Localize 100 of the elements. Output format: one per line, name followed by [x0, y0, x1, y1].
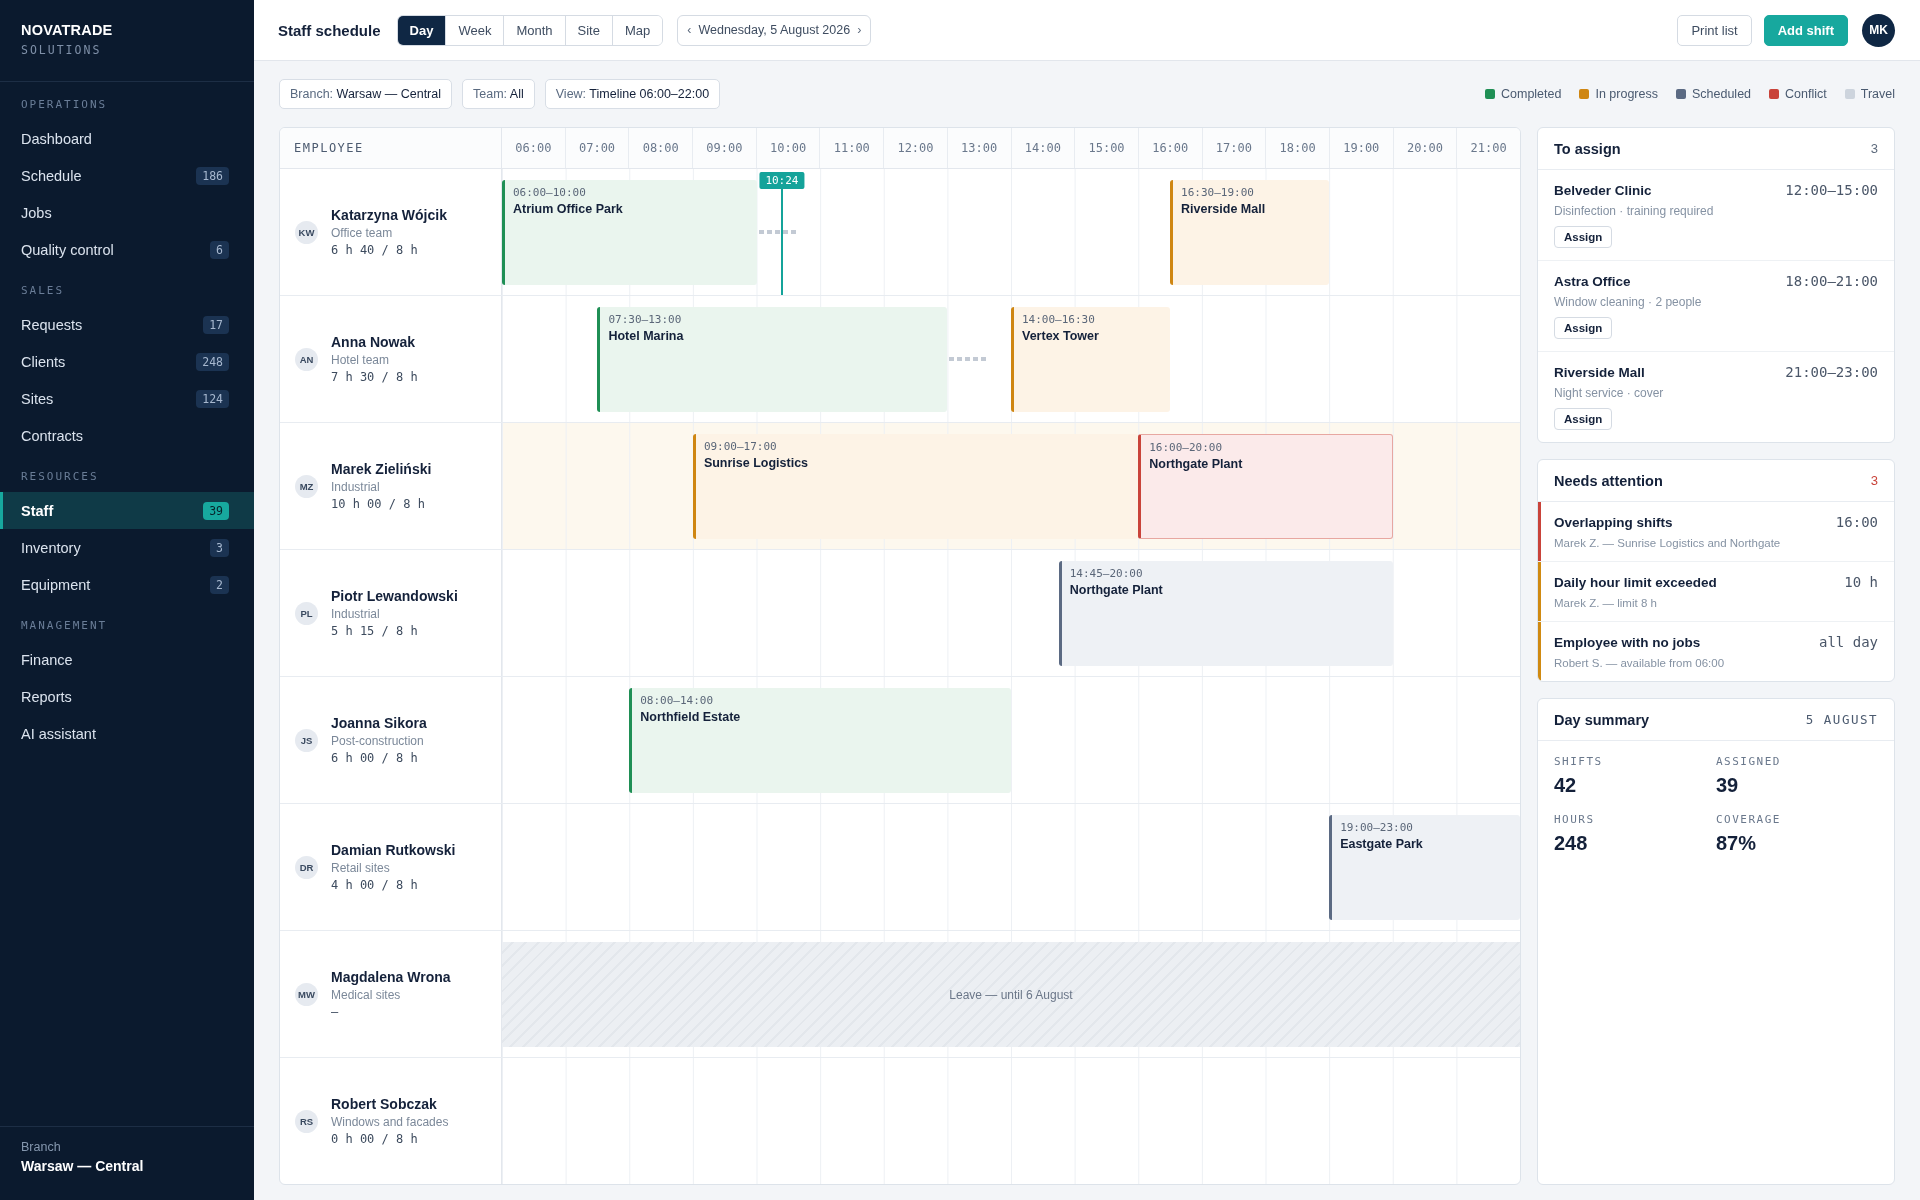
nav-item[interactable]: Reports [0, 678, 254, 715]
nav-section-title: OPERATIONS [21, 98, 108, 112]
shift-block[interactable]: 19:00–23:00 Eastgate Park [1329, 815, 1520, 920]
count-badge: 3 [210, 538, 229, 557]
employee-name[interactable]: Anna Nowak [331, 334, 415, 350]
nav-item[interactable]: Dashboard [0, 120, 254, 157]
shift-block[interactable]: 16:30–19:00 Riverside Mall [1170, 180, 1330, 285]
count-badge: 248 [196, 352, 229, 371]
alert-value: 16:00 [1835, 514, 1878, 530]
count-badge: 186 [196, 166, 229, 185]
shift-block[interactable]: 08:00–14:00 Northfield Estate [629, 688, 1011, 793]
shift-time: 16:00–20:00 [1149, 441, 1223, 454]
hour-label: 07:00 [564, 128, 629, 168]
stat-value: 87% [1716, 832, 1757, 855]
shift-site: Northfield Estate [640, 710, 741, 724]
employee-name[interactable]: Joanna Sikora [331, 715, 427, 731]
employee-team: Windows and facades [331, 1115, 449, 1129]
employee-name[interactable]: Piotr Lewandowski [331, 588, 458, 604]
stat-value: 248 [1554, 832, 1588, 855]
hour-label: 08:00 [628, 128, 693, 168]
stat-label: HOURS [1554, 813, 1595, 826]
employee-name[interactable]: Damian Rutkowski [331, 842, 456, 858]
employee-name[interactable]: Marek Zieliński [331, 461, 432, 477]
column-header: EMPLOYEE [294, 141, 364, 155]
employee-hours: 5 h 15 / 8 h [331, 624, 418, 638]
employee-avatar: PL [295, 601, 318, 625]
hour-label: 18:00 [1265, 128, 1329, 168]
employee-avatar: DR [295, 855, 318, 879]
employee-avatar: MZ [295, 474, 318, 498]
summary-date: 5 AUGUST [1805, 712, 1878, 727]
employee-name[interactable]: Magdalena Wrona [331, 969, 451, 985]
filter-chip[interactable]: Team: All [462, 79, 535, 109]
shift-block[interactable]: 09:00–17:00 Sunrise Logistics [692, 434, 1139, 539]
legend-label: Travel [1860, 87, 1895, 101]
alert-title: Daily hour limit exceeded [1554, 575, 1717, 590]
hour-label: 20:00 [1392, 128, 1457, 168]
nav-item[interactable]: Sites 124 [0, 380, 254, 417]
view-tab[interactable]: Map [611, 15, 663, 45]
shift-site: Vertex Tower [1022, 329, 1099, 343]
employee-hours: 6 h 40 / 8 h [331, 243, 418, 257]
filter-chip[interactable]: View: Timeline 06:00–22:00 [544, 79, 721, 109]
employee-team: Office team [331, 226, 393, 240]
user-avatar[interactable]: MK [1862, 13, 1895, 47]
nav-item[interactable]: Contracts [0, 417, 254, 454]
legend-label: Conflict [1785, 87, 1827, 101]
nav-item[interactable]: Requests 17 [0, 306, 254, 343]
nav-section-title: RESOURCES [21, 470, 99, 484]
next-day-button[interactable]: › [853, 23, 866, 37]
shift-site: Northgate Plant [1069, 583, 1163, 597]
assign-button[interactable]: Assign [1554, 317, 1613, 339]
employee-hours: 10 h 00 / 8 h [331, 497, 425, 511]
employee-name[interactable]: Katarzyna Wójcik [331, 207, 447, 223]
nav-item[interactable]: Equipment 2 [0, 566, 254, 603]
shift-site: Atrium Office Park [513, 202, 623, 216]
job-site: Riverside Mall [1554, 365, 1645, 380]
job-time: 18:00–21:00 [1785, 273, 1878, 289]
nav-item[interactable]: Staff 39 [0, 492, 254, 529]
shift-block[interactable]: 16:00–20:00 Northgate Plant [1138, 434, 1393, 539]
nav-item[interactable]: Quality control 6 [0, 231, 254, 268]
shift-block[interactable]: 06:00–10:00 Atrium Office Park [502, 180, 757, 285]
nav-item[interactable]: Jobs [0, 194, 254, 231]
count-badge: 2 [210, 575, 229, 594]
alert-detail: Robert S. — available from 06:00 [1554, 657, 1725, 669]
shift-block[interactable]: 14:00–16:30 Vertex Tower [1011, 307, 1171, 412]
nav-section-title: MANAGEMENT [21, 619, 108, 633]
branch-label: Branch [21, 1140, 61, 1154]
current-time-badge: 10:24 [759, 172, 805, 189]
nav-item[interactable]: Clients 248 [0, 343, 254, 380]
alert-value: 10 h [1844, 574, 1878, 590]
employee-hours: 7 h 30 / 8 h [331, 370, 418, 384]
legend-label: Completed [1501, 87, 1562, 101]
print-list-button[interactable]: Print list [1677, 14, 1752, 46]
previous-day-button[interactable]: ‹ [683, 23, 696, 37]
filter-chip[interactable]: Branch: Warsaw — Central [279, 79, 452, 109]
hour-label: 10:00 [755, 128, 820, 168]
employee-team: Industrial [331, 607, 380, 621]
hour-label: 12:00 [883, 128, 947, 168]
employee-avatar: KW [295, 220, 318, 244]
alert-detail: Marek Z. — limit 8 h [1554, 597, 1657, 609]
assign-button[interactable]: Assign [1554, 408, 1613, 430]
branch-name: Warsaw — Central [21, 1158, 144, 1174]
employee-avatar: AN [295, 347, 318, 371]
stat-label: COVERAGE [1716, 813, 1781, 826]
assign-button[interactable]: Assign [1554, 226, 1613, 248]
employee-team: Medical sites [331, 988, 401, 1002]
nav-item[interactable]: Schedule 186 [0, 157, 254, 194]
nav-item[interactable]: Inventory 3 [0, 529, 254, 566]
hour-label: 13:00 [946, 128, 1011, 168]
stat-value: 42 [1554, 774, 1577, 797]
stat-value: 39 [1716, 774, 1739, 797]
nav-item[interactable]: AI assistant [0, 715, 254, 752]
alert-title: Employee with no jobs [1554, 635, 1701, 650]
employee-avatar: RS [295, 1109, 318, 1133]
nav-item[interactable]: Finance [0, 641, 254, 678]
shift-block[interactable]: 14:45–20:00 Northgate Plant [1058, 561, 1393, 666]
shift-time: 06:00–10:00 [513, 186, 586, 199]
employee-name[interactable]: Robert Sobczak [331, 1096, 437, 1112]
view-tab[interactable]: Day [397, 15, 446, 45]
hour-label: 06:00 [514, 140, 553, 157]
shift-block[interactable]: 07:30–13:00 Hotel Marina [597, 307, 948, 412]
